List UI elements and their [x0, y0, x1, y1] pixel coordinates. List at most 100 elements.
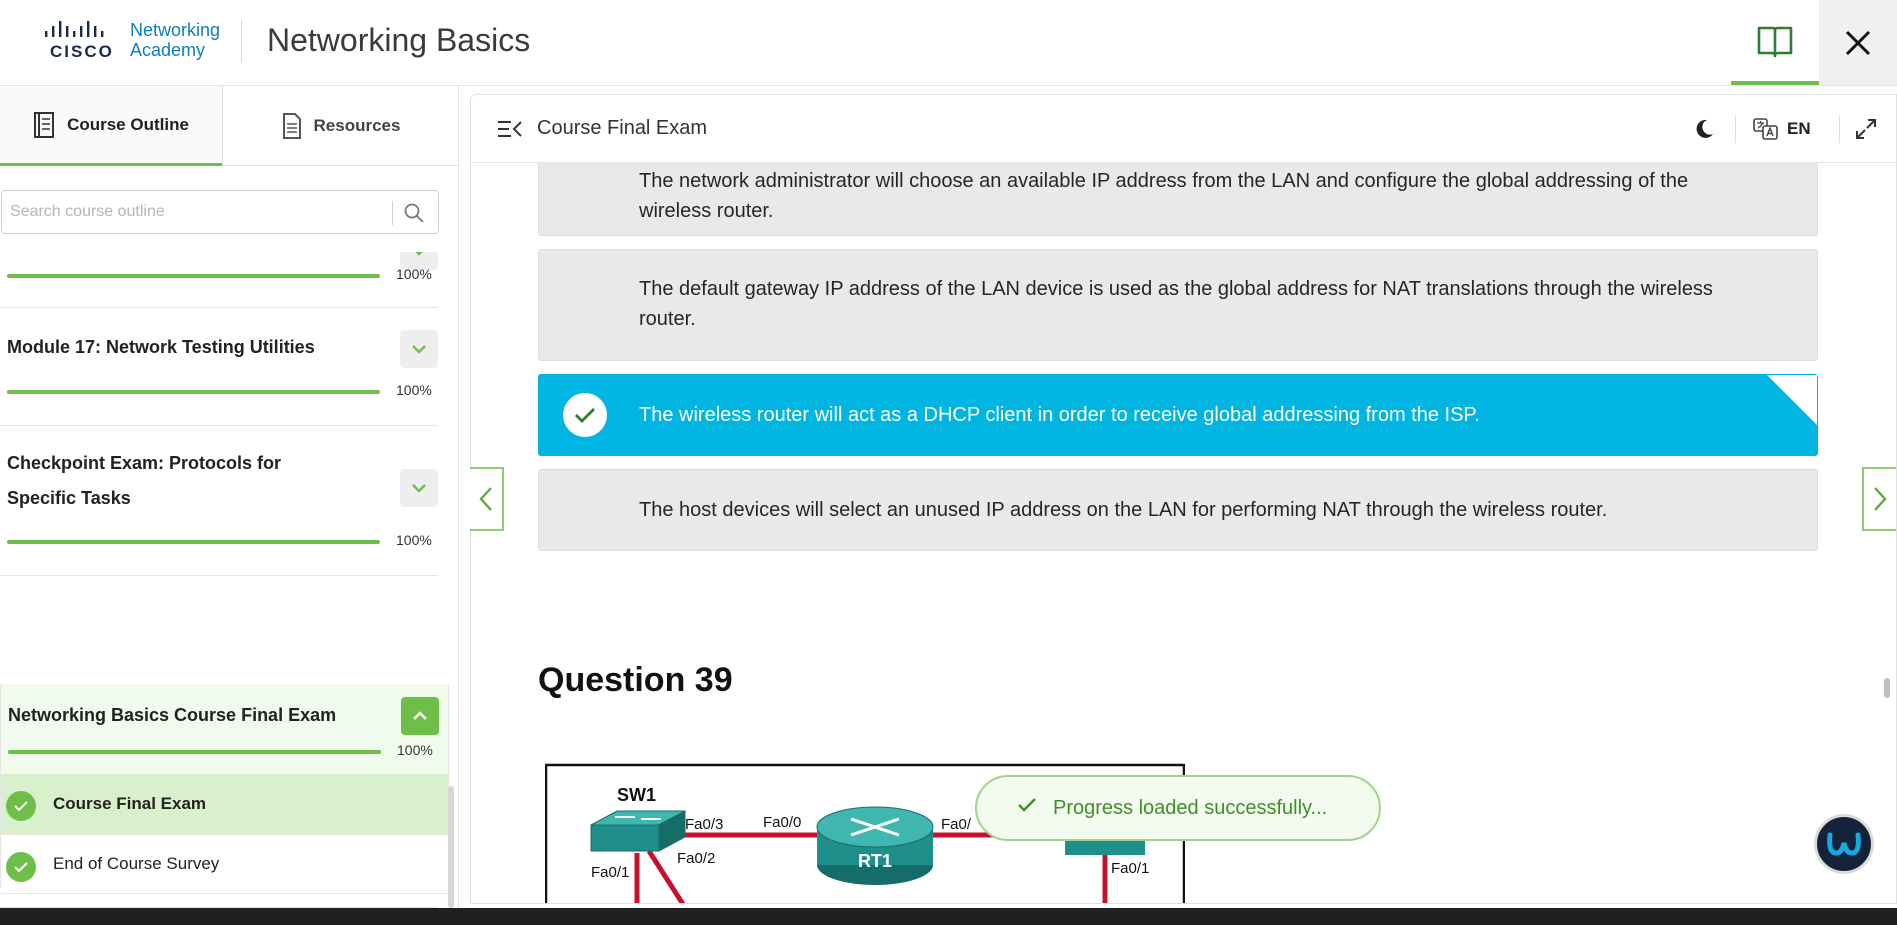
progress-fill: [7, 390, 380, 394]
brand-line-2: Academy: [130, 40, 206, 60]
content-scrollbar[interactable]: [1884, 678, 1890, 698]
module-progress-bar: [7, 274, 380, 278]
dark-mode-toggle[interactable]: [1693, 115, 1715, 143]
chevron-left-icon: [479, 487, 492, 511]
cisco-wordmark: CISCO: [50, 42, 114, 61]
close-button[interactable]: [1819, 0, 1897, 85]
module-progress-label: 100%: [396, 266, 432, 282]
selection-corner-mark: [1767, 375, 1817, 425]
course-title: Networking Basics: [267, 22, 531, 58]
webex-assistant-button[interactable]: [1814, 814, 1874, 874]
answer-option[interactable]: The host devices will select an unused I…: [538, 469, 1818, 551]
brand-line-1: Networking: [130, 20, 221, 40]
previous-page-button[interactable]: [470, 467, 504, 531]
module-progress-label: 100%: [396, 532, 432, 548]
networking-academy-label: Networking Academy: [130, 20, 220, 60]
search-separator: [392, 201, 393, 225]
document-icon: [282, 113, 301, 139]
fullscreen-button[interactable]: [1855, 115, 1877, 143]
chevron-down-icon: [412, 484, 426, 493]
port-label: Fa0/2: [677, 850, 715, 867]
header-divider: [241, 20, 242, 62]
progress-toast: Progress loaded successfully...: [975, 775, 1381, 841]
chevron-down-icon: [415, 252, 423, 256]
tab-course-outline-label: Course Outline: [67, 114, 189, 134]
tab-course-outline[interactable]: Course Outline: [0, 86, 222, 166]
moon-icon: [1696, 119, 1713, 138]
search-input[interactable]: [8, 199, 388, 225]
port-label: Fa0/1: [1111, 860, 1149, 877]
outline-item-label: Course Final Exam: [53, 794, 207, 813]
cisco-bars-icon: [45, 21, 104, 37]
outline-doc-icon: [34, 111, 55, 138]
expand-icon: [1856, 119, 1876, 139]
module-progress-label: 100%: [396, 382, 432, 398]
switch-icon: [590, 810, 686, 852]
answer-option-selected[interactable]: The wireless router will act as a DHCP c…: [538, 374, 1818, 456]
tab-resources[interactable]: Resources: [222, 86, 459, 166]
completed-check-icon: [6, 852, 36, 882]
sidebar-tabs: Course Outline Resources: [0, 86, 459, 166]
module-title-line: Specific Tasks: [7, 488, 131, 508]
translate-icon: [1753, 118, 1778, 140]
book-button[interactable]: [1731, 0, 1819, 85]
module-toggle[interactable]: [401, 697, 439, 735]
header-divider: [1735, 115, 1736, 143]
answer-option[interactable]: The default gateway IP address of the LA…: [538, 249, 1818, 361]
course-sidebar: Course Outline Resources 100% M: [0, 86, 459, 908]
module-toggle[interactable]: [400, 469, 438, 507]
content-title: Course Final Exam: [537, 117, 708, 139]
os-taskbar: [0, 908, 1897, 925]
chevron-down-icon: [412, 345, 426, 354]
progress-fill: [7, 540, 380, 544]
next-page-button[interactable]: [1862, 467, 1896, 531]
close-icon: [1845, 30, 1871, 55]
module-item[interactable]: Module 17: Network Testing Utilities 100…: [0, 308, 438, 426]
module-title: Module 17: Network Testing Utilities: [7, 337, 315, 357]
port-label: Fa0/1: [591, 864, 629, 881]
port-label: Fa0/3: [685, 816, 723, 833]
completed-check-icon: [6, 791, 36, 821]
outline-item-course-final-exam[interactable]: Course Final Exam: [1, 774, 449, 834]
module-item[interactable]: 100%: [0, 252, 438, 308]
top-bar: CISCO Networking Academy Networking Basi…: [0, 0, 1897, 86]
header-divider: [1839, 115, 1840, 143]
module-progress-label: 100%: [397, 742, 433, 758]
answer-text: The wireless router will act as a DHCP c…: [639, 404, 1480, 426]
answer-option[interactable]: The network administrator will choose an…: [538, 163, 1818, 236]
content-header: Course Final Exam EN: [471, 95, 1896, 163]
switch-label: SW1: [617, 785, 656, 805]
module-title: Networking Basics Course Final Exam: [8, 705, 337, 725]
outline-item-end-of-course-survey[interactable]: End of Course Survey: [1, 834, 449, 894]
search-icon[interactable]: [402, 201, 426, 225]
toast-message: Progress loaded successfully...: [1053, 797, 1328, 819]
open-book-icon: [1757, 26, 1793, 57]
module-title-line: Checkpoint Exam: Protocols for: [7, 453, 282, 473]
module-progress-bar: [7, 540, 380, 544]
language-selector[interactable]: EN: [1753, 115, 1811, 143]
outline-item-label: End of Course Survey: [53, 854, 220, 873]
progress-fill: [7, 274, 380, 278]
chevron-up-icon: [413, 711, 427, 720]
outline-search: [1, 190, 439, 234]
router-label: RT1: [858, 851, 892, 871]
port-label: Fa0/: [941, 816, 972, 833]
final-exam-module: Networking Basics Course Final Exam 100%…: [0, 684, 449, 894]
router-icon: [816, 806, 934, 885]
answer-text: The default gateway IP address of the LA…: [639, 278, 1713, 330]
module-item[interactable]: Networking Basics Course Final Exam 100%: [1, 684, 448, 774]
progress-fill: [8, 750, 381, 754]
tab-resources-label: Resources: [313, 116, 401, 135]
answer-text: The network administrator will choose an…: [639, 170, 1689, 222]
webex-icon: [1827, 832, 1861, 856]
check-icon: [1018, 798, 1036, 812]
answer-text: The host devices will select an unused I…: [639, 499, 1608, 521]
chevron-right-icon: [1874, 487, 1887, 511]
module-item[interactable]: Checkpoint Exam: Protocols for Specific …: [0, 426, 438, 576]
collapse-menu-icon[interactable]: [497, 119, 523, 139]
course-outline-list: 100% Module 17: Network Testing Utilitie…: [0, 252, 449, 908]
cisco-logo[interactable]: CISCO Networking Academy: [44, 18, 226, 64]
module-toggle[interactable]: [400, 330, 438, 368]
module-progress-bar: [7, 390, 380, 394]
sidebar-scrollbar[interactable]: [448, 786, 454, 908]
